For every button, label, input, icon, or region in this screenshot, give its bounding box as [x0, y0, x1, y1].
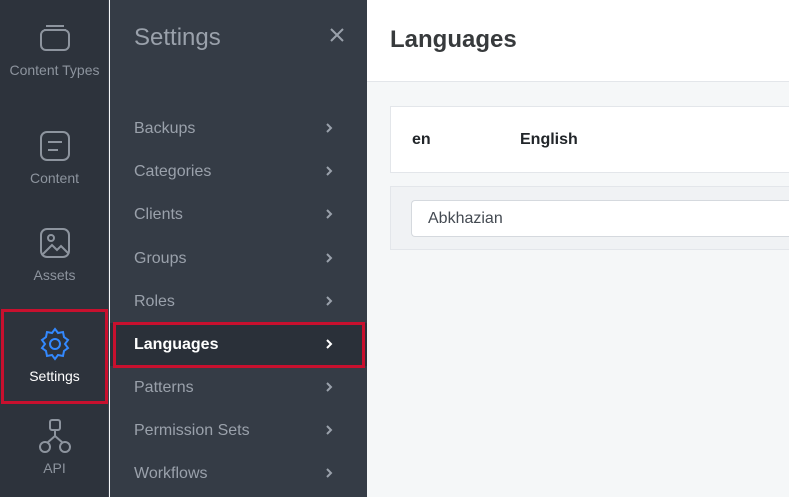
languages-page: Languages en English Abkhazian — [367, 0, 789, 497]
settings-item-label: Groups — [134, 249, 187, 267]
chevron-right-icon — [321, 379, 337, 395]
settings-panel: Settings Backups Categories Clients Grou… — [110, 0, 367, 497]
settings-item-label: Clients — [134, 205, 183, 223]
settings-item-permission-sets[interactable]: Permission Sets — [110, 409, 367, 452]
settings-item-clients[interactable]: Clients — [110, 193, 367, 236]
settings-item-label: Workflows — [134, 464, 208, 482]
nav-item-settings[interactable]: Settings — [0, 309, 109, 404]
settings-item-label: Languages — [134, 335, 219, 353]
settings-item-label: Backups — [134, 119, 196, 137]
nav-item-label: Assets — [33, 267, 76, 283]
settings-item-backups[interactable]: Backups — [110, 107, 367, 150]
nav-item-label: Content Types — [9, 61, 100, 78]
gear-icon — [37, 326, 73, 362]
nav-item-label: Content — [29, 170, 80, 186]
settings-item-workflows[interactable]: Workflows — [110, 452, 367, 495]
main-navigation-rail: Content Types Content Assets Settings AP… — [0, 0, 109, 497]
chevron-right-icon — [321, 293, 337, 309]
chevron-right-icon — [321, 336, 337, 352]
settings-item-label: Permission Sets — [134, 421, 250, 439]
settings-item-label: Roles — [134, 292, 175, 310]
settings-item-label: Categories — [134, 162, 212, 180]
content-icon — [37, 128, 73, 164]
settings-item-groups[interactable]: Groups — [110, 237, 367, 280]
chevron-right-icon — [321, 422, 337, 438]
page-header: Languages — [367, 0, 789, 82]
nav-item-label: API — [43, 460, 66, 476]
nav-item-content-types[interactable]: Content Types — [0, 0, 109, 100]
assets-icon — [37, 225, 73, 261]
chevron-right-icon — [321, 206, 337, 222]
language-code: en — [412, 131, 431, 148]
settings-panel-title: Settings — [134, 24, 221, 51]
nav-item-content[interactable]: Content — [0, 110, 109, 207]
chevron-right-icon — [321, 120, 337, 136]
language-name: English — [520, 131, 578, 148]
content-types-icon — [37, 20, 73, 56]
settings-item-patterns[interactable]: Patterns — [110, 366, 367, 409]
language-select-input[interactable]: Abkhazian — [411, 200, 789, 237]
settings-item-label: Patterns — [134, 378, 194, 396]
add-language-form: Abkhazian — [390, 186, 789, 250]
settings-item-categories[interactable]: Categories — [110, 150, 367, 193]
app-root: Content Types Content Assets Settings AP… — [0, 0, 789, 497]
page-title: Languages — [390, 26, 517, 53]
nav-item-api[interactable]: API — [0, 400, 109, 497]
nav-item-label: Settings — [29, 368, 80, 384]
chevron-right-icon — [321, 163, 337, 179]
language-row[interactable]: en English — [390, 106, 789, 173]
settings-item-languages[interactable]: Languages — [110, 323, 367, 366]
close-icon[interactable] — [326, 26, 348, 48]
chevron-right-icon — [321, 250, 337, 266]
api-icon — [37, 418, 73, 454]
settings-item-roles[interactable]: Roles — [110, 280, 367, 323]
chevron-right-icon — [321, 465, 337, 481]
nav-item-assets[interactable]: Assets — [0, 207, 109, 304]
